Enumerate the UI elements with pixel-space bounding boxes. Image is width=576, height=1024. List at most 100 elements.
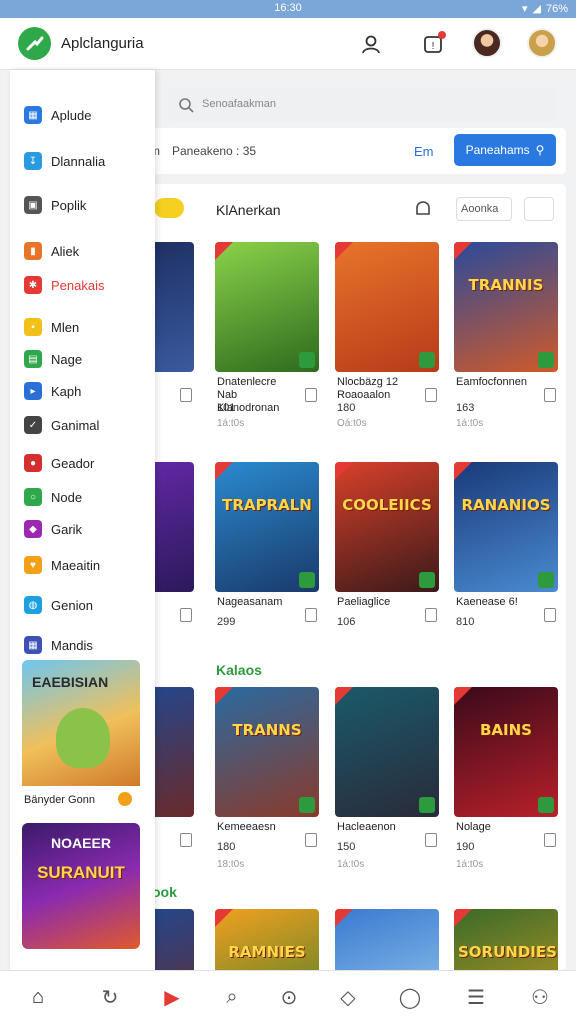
search-input[interactable]: Senoafaakman	[168, 88, 556, 122]
game-cover-image[interactable]: TRANNIS	[454, 242, 558, 372]
game-card[interactable]	[150, 909, 194, 970]
game-cover-image[interactable]: COOLEIICS	[335, 462, 439, 592]
sidebar-item-label: Penakais	[51, 277, 105, 293]
avatar[interactable]	[472, 28, 502, 58]
play-store-icon[interactable]: ▶	[160, 985, 184, 1009]
layout-toggle-icon[interactable]	[524, 197, 554, 221]
game-cover-image[interactable]	[150, 462, 194, 592]
game-cover-image[interactable]: BAINS	[454, 687, 558, 817]
account-icon[interactable]	[357, 30, 385, 58]
sidebar-item[interactable]: ▦ Aplude	[24, 106, 91, 124]
bookmark-icon[interactable]	[305, 833, 317, 847]
promo-card[interactable]: NOAEER SURANUIT	[22, 823, 140, 949]
sidebar-item[interactable]: ◍ Genion	[24, 596, 93, 614]
new-ribbon	[454, 242, 472, 260]
bookmark-icon[interactable]	[544, 608, 556, 622]
bell-icon[interactable]	[414, 199, 432, 219]
primary-filter-button[interactable]: Paneahams ⚲	[454, 134, 556, 166]
sidebar-item[interactable]: ▦ Mandis	[24, 636, 93, 654]
bookmark-icon[interactable]	[180, 833, 192, 847]
sidebar-item[interactable]: ↧ Dlannalia	[24, 152, 105, 170]
bookmark-icon[interactable]	[305, 388, 317, 402]
cover-title: TRAPRALN	[222, 496, 312, 514]
sidebar-item[interactable]: ▣ Poplik	[24, 196, 86, 214]
bookmark-icon[interactable]	[425, 833, 437, 847]
game-card[interactable]: TRANNIS Eamfocfonnen 163 1á:t0s	[454, 242, 558, 432]
game-cover-image[interactable]	[150, 909, 194, 970]
game-cover-image[interactable]: RAMNIES	[215, 909, 319, 970]
download-circle-icon[interactable]: ⊙	[277, 985, 301, 1009]
bookmark-icon[interactable]	[180, 608, 192, 622]
game-cover-image[interactable]: K	[150, 242, 194, 372]
game-card[interactable]: Dnatenlecre Nab Klanodronan 101 1á:t0s	[215, 242, 319, 432]
game-card[interactable]: lok	[150, 687, 194, 877]
profile-icon[interactable]: ⚇	[528, 985, 552, 1009]
home-icon[interactable]: ⌂	[26, 985, 50, 1009]
promo-art: EAEBISIAN	[22, 660, 140, 786]
game-card[interactable]: Hacleaenon 150 1á:t0s	[335, 687, 439, 877]
game-card[interactable]: COOLEIICS Paeliaglice 106	[335, 462, 439, 652]
game-name: Nolage	[456, 821, 491, 833]
sidebar-item[interactable]: ♥ Maeaitin	[24, 556, 100, 574]
game-cover-image[interactable]	[335, 242, 439, 372]
game-card[interactable]: SORUNDIES	[454, 909, 558, 970]
sort-chip[interactable]: Aoonka	[456, 197, 512, 221]
category-chip[interactable]	[154, 198, 184, 218]
bookmark-icon[interactable]	[544, 833, 556, 847]
game-card[interactable]: Nlocbäzg 12 Roaoaalon 180 Oá:t0s	[335, 242, 439, 432]
sidebar-item[interactable]: ○ Node	[24, 488, 82, 506]
sidebar-item-label: Mlen	[51, 319, 80, 335]
game-card[interactable]: TRAPRALN Nageasanam 299	[215, 462, 319, 652]
game-cover-image[interactable]	[150, 687, 194, 817]
promo-art-title: EAEBISIAN	[32, 674, 109, 690]
cover-title: BAINS	[480, 721, 532, 739]
svg-text:!: !	[432, 41, 435, 52]
sidebar-item[interactable]: ◆ Garik	[24, 520, 82, 538]
game-cover-image[interactable]	[335, 909, 439, 970]
sidebar-item-label: Poplik	[51, 197, 87, 213]
game-card[interactable]: K	[150, 242, 194, 432]
filter-count[interactable]: Paneakeno : 35	[172, 144, 256, 158]
gem-icon[interactable]: ◇	[336, 985, 360, 1009]
chat-icon[interactable]: ◯	[398, 985, 422, 1009]
sidebar-item[interactable]: ▪ Mlen	[24, 318, 79, 336]
list-icon[interactable]: ☰	[464, 985, 488, 1009]
game-card[interactable]: RAMNIES	[215, 909, 319, 970]
bookmark-icon[interactable]	[544, 388, 556, 402]
game-cover-image[interactable]: TRANNS	[215, 687, 319, 817]
bookmark-icon[interactable]	[425, 608, 437, 622]
game-card[interactable]	[335, 909, 439, 970]
sidebar-item[interactable]: ✱ Penakais	[24, 276, 104, 294]
game-cover-image[interactable]: SORUNDIES	[454, 909, 558, 970]
avatar-secondary[interactable]	[527, 28, 557, 58]
game-cover-image[interactable]	[215, 242, 319, 372]
installed-badge-icon	[538, 572, 554, 588]
filter-link[interactable]: Em	[414, 144, 434, 159]
sidebar-item[interactable]: ▮ Aliek	[24, 242, 79, 260]
search-icon[interactable]: ⌕	[220, 985, 244, 1009]
sidebar-item[interactable]: ▸ Kaph	[24, 382, 81, 400]
app-logo-icon[interactable]	[18, 27, 51, 60]
bookmark-icon[interactable]	[425, 388, 437, 402]
game-cover-image[interactable]: RANANIOS	[454, 462, 558, 592]
game-card[interactable]: ono	[150, 462, 194, 652]
game-card[interactable]: RANANIOS Kaenease 6! 810	[454, 462, 558, 652]
game-card[interactable]: TRANNS Kemeeaesn 180 18:t0s	[215, 687, 319, 877]
notifications-icon[interactable]: !	[419, 30, 447, 58]
game-count: 106	[337, 616, 356, 628]
game-cover-image[interactable]: TRAPRALN	[215, 462, 319, 592]
sidebar-item[interactable]: ✓ Ganimal	[24, 416, 99, 434]
sidebar-item-label: Kaph	[51, 383, 82, 399]
game-cover-image[interactable]	[335, 687, 439, 817]
sidebar-item[interactable]: ▤ Nage	[24, 350, 82, 368]
sidebar-item[interactable]: ● Geador	[24, 454, 94, 472]
promo-card[interactable]: EAEBISIAN Bänyder Gonn	[22, 660, 140, 810]
promo-art-title: SURANUIT	[37, 863, 125, 882]
cover-title: COOLEIICS	[342, 496, 432, 514]
cover-title: RANANIOS	[461, 496, 551, 514]
game-card[interactable]: BAINS Nolage 190 1á:t0s	[454, 687, 558, 877]
bookmark-icon[interactable]	[305, 608, 317, 622]
refresh-icon[interactable]: ↻	[98, 985, 122, 1009]
bookmark-icon[interactable]	[180, 388, 192, 402]
circle-icon: ○	[24, 488, 42, 506]
